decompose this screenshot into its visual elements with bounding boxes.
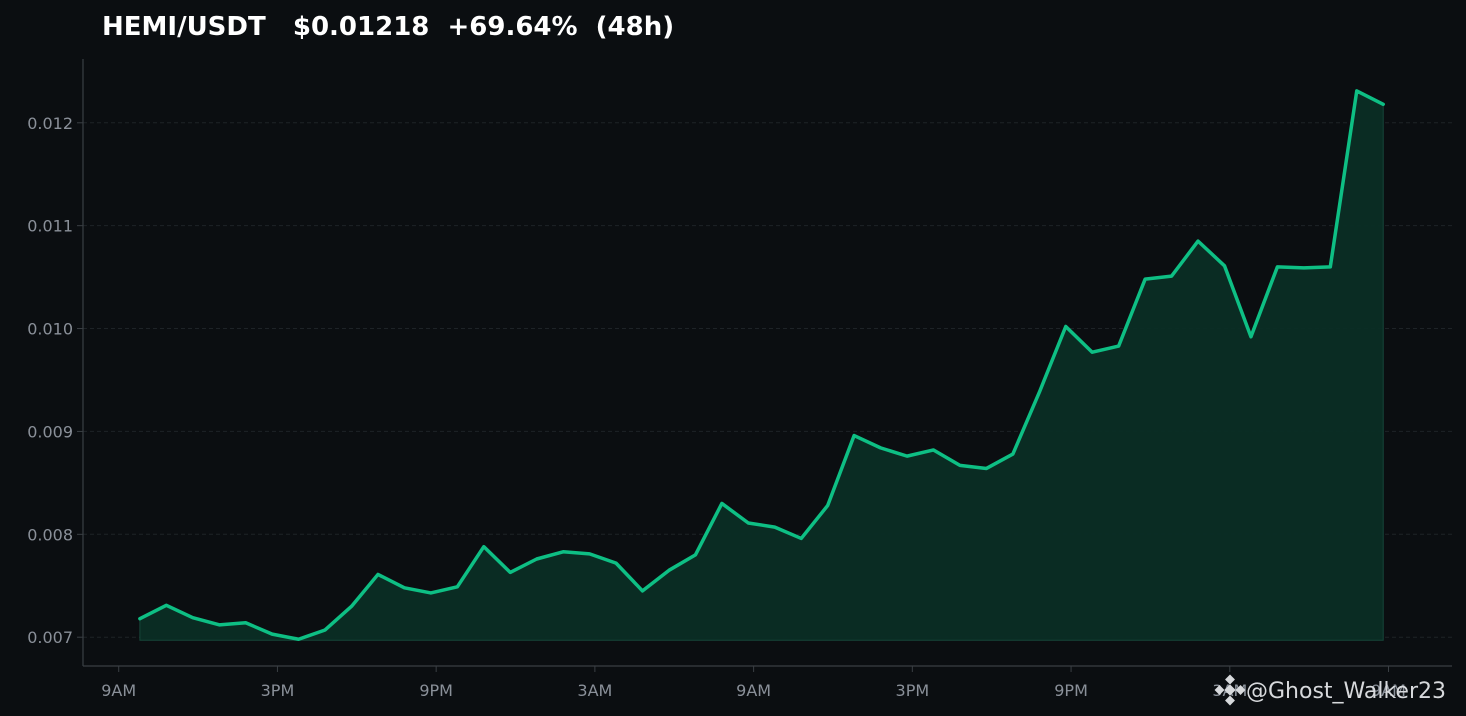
y-tick-label: 0.010 [27,320,73,339]
y-tick-label: 0.011 [27,217,73,236]
area-fill [139,90,1384,641]
x-tick-label: 3AM [577,681,612,700]
y-tick-label: 0.008 [27,525,73,544]
y-tick-label: 0.012 [27,114,73,133]
x-tick-label: 9PM [1054,681,1088,700]
chart-title: HEMI/USDT $0.01218 +69.64% (48h) [102,12,674,42]
y-tick-label: 0.007 [27,628,73,647]
area-fill-layer [139,90,1384,641]
watermark: @Ghost_Walker23 [1214,674,1446,706]
x-tick-label: 3PM [896,681,930,700]
x-tick-label: 9PM [419,681,453,700]
watermark-text: @Ghost_Walker23 [1246,679,1446,704]
x-tick-label: 9AM [101,681,136,700]
x-axis-ticks: 9AM3PM9PM3AM9AM3PM9PM3AM9AM [101,666,1406,700]
x-tick-label: 3PM [261,681,295,700]
binance-logo-icon [1214,674,1246,706]
y-axis-ticks: 0.007 0.008 0.009 0.010 0.011 0.012 [27,114,83,647]
price-chart: 9AM3PM9PM3AM9AM3PM9PM3AM9AM 0.0070.0080.… [27,12,1452,706]
y-tick-label: 0.009 [27,422,73,441]
x-tick-label: 9AM [736,681,771,700]
